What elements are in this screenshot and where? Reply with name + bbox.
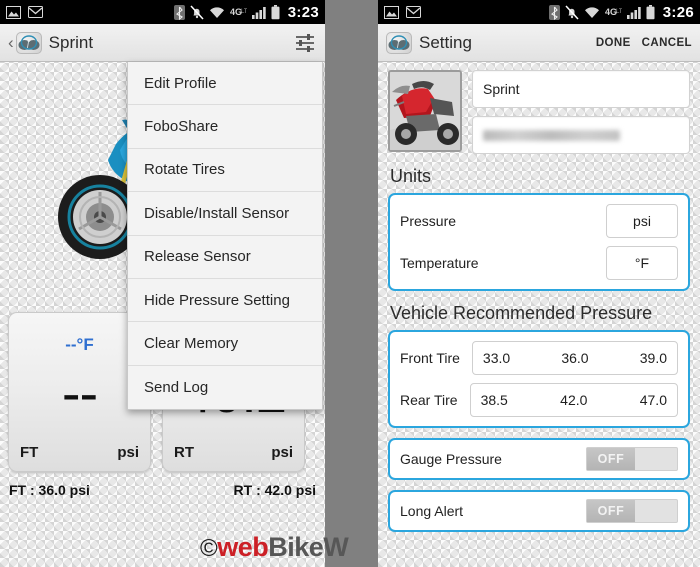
front-tire-unit-label: psi [117,444,139,461]
units-temperature-label: Temperature [400,255,479,271]
watermark: ©webBikeW [200,532,349,563]
menu-item-send-log[interactable]: Send Log [128,365,322,410]
vehicle-name-field[interactable]: Sprint [472,70,690,108]
battery-icon [271,4,280,19]
bell-muted-icon [565,4,579,20]
units-pressure-label: Pressure [400,213,457,229]
long-alert-label: Long Alert [400,503,464,519]
menu-item-rotate-tires[interactable]: Rotate Tires [128,148,322,193]
done-button[interactable]: DONE [596,37,631,49]
vehicle-photo[interactable] [388,70,462,152]
rear-tire-unit-label: psi [271,444,293,461]
front-tire-values[interactable]: 33.0 36.0 39.0 [471,341,678,375]
page-title: Sprint [48,32,94,52]
recommended-row-rear[interactable]: Rear Tire 38.5 42.0 47.0 [400,381,678,419]
status-right-icons: 4G LTE 3:23 [173,3,319,21]
long-alert-row[interactable]: Long Alert OFF [388,490,690,532]
units-temperature-value[interactable]: °F [606,246,678,280]
signal-bars-icon [251,6,266,19]
svg-text:LTE: LTE [241,9,247,15]
rear-tire-mid: 42.0 [560,392,588,408]
bluetooth-icon [548,4,560,20]
screenshot-root: 4G LTE 3:23 ‹ [0,0,700,567]
front-tire-position-label: FT [20,444,39,461]
menu-item-hide-pressure-setting[interactable]: Hide Pressure Setting [128,278,322,323]
rear-tire-high: 47.0 [639,392,667,408]
menu-item-disable-install-sensor[interactable]: Disable/Install Sensor [128,192,322,236]
settings-body: Sprint Units Pressure psi Temperature °F… [378,62,700,567]
image-icon [384,5,399,19]
bell-muted-icon [190,4,204,20]
image-icon [6,5,21,19]
right-status-bar: 4G LTE 3:26 [378,0,700,24]
watermark-copyright: © [200,535,218,562]
status-right-icons: 4G LTE 3:26 [548,3,694,21]
redacted-value [483,129,621,141]
gauge-pressure-toggle[interactable]: OFF [586,447,678,471]
front-tire-low: 33.0 [482,350,511,366]
svg-text:LTE: LTE [616,9,622,15]
4glte-icon: 4G LTE [230,7,247,17]
units-heading: Units [390,166,432,186]
envelope-icon [28,6,43,18]
long-alert-toggle-state: OFF [587,500,635,522]
footer-rear-pressure: RT : 42.0 psi [233,482,316,498]
units-card: Pressure psi Temperature °F [388,193,690,291]
menu-item-edit-profile[interactable]: Edit Profile [128,62,322,106]
bluetooth-icon [173,4,185,20]
gauge-pressure-row[interactable]: Gauge Pressure OFF [388,438,690,480]
recommended-pressure-footer: FT : 36.0 psi RT : 42.0 psi [0,482,325,498]
wifi-icon [209,6,224,18]
right-appbar-actions: DONE CANCEL [596,37,692,49]
watermark-web: web [217,532,269,562]
menu-item-foboshare[interactable]: FoboShare [128,105,322,149]
rear-tire-position-label: RT [174,444,194,461]
rear-tire-low: 38.5 [480,392,508,408]
left-phone-panel: 4G LTE 3:23 ‹ [0,0,325,567]
left-app-bar: ‹ f Sprint [0,24,325,62]
sliders-icon[interactable] [293,31,317,55]
rear-tire-values[interactable]: 38.5 42.0 47.0 [469,383,678,417]
watermark-bike: BikeW [268,532,349,562]
units-pressure-value[interactable]: psi [606,204,678,238]
left-appbar-actions [293,31,317,55]
vehicle-secondary-field[interactable] [472,116,690,154]
menu-item-release-sensor[interactable]: Release Sensor [128,235,322,279]
fobo-logo-icon: f [386,31,412,54]
status-left-icons [384,5,421,19]
rear-tire-label: Rear Tire [400,392,458,408]
gauge-pressure-label: Gauge Pressure [400,451,502,467]
units-row-pressure[interactable]: Pressure psi [400,202,678,240]
recommended-pressure-card: Front Tire 33.0 36.0 39.0 Rear Tire 38.5… [388,330,690,428]
page-title: Setting [419,32,472,52]
battery-icon [646,4,655,19]
profile-row: Sprint [388,70,690,154]
front-tire-mid: 36.0 [561,350,589,366]
footer-front-pressure: FT : 36.0 psi [9,482,90,498]
units-row-temperature[interactable]: Temperature °F [400,244,678,282]
panel-divider [325,0,378,567]
envelope-icon [406,6,421,18]
clock-time: 3:23 [287,3,319,21]
4glte-icon: 4G LTE [605,7,622,17]
recommended-row-front[interactable]: Front Tire 33.0 36.0 39.0 [400,339,678,377]
right-app-bar: f Setting DONE CANCEL [378,24,700,62]
left-status-bar: 4G LTE 3:23 [0,0,325,24]
clock-time: 3:26 [662,3,694,21]
wifi-icon [584,6,599,18]
profile-fields: Sprint [472,70,690,154]
status-left-icons [6,5,43,19]
cancel-button[interactable]: CANCEL [642,37,692,49]
front-tire-high: 39.0 [639,350,667,366]
overflow-menu[interactable]: Edit Profile FoboShare Rotate Tires Disa… [127,62,323,411]
right-phone-panel: 4G LTE 3:26 [378,0,700,567]
menu-item-clear-memory[interactable]: Clear Memory [128,322,322,366]
long-alert-toggle[interactable]: OFF [586,499,678,523]
front-tire-label: Front Tire [400,350,460,366]
signal-bars-icon [626,6,641,19]
back-icon[interactable]: ‹ [8,34,14,51]
fobo-logo-icon: f [15,31,42,54]
gauge-pressure-toggle-state: OFF [587,448,635,470]
recommended-pressure-heading: Vehicle Recommended Pressure [390,303,653,323]
